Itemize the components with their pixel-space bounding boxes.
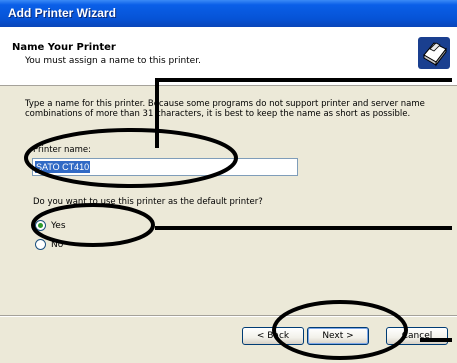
footer-divider [0, 315, 457, 317]
default-printer-question: Do you want to use this printer as the d… [33, 197, 263, 207]
printer-name-value: SATO CT410 [35, 161, 91, 173]
printer-icon [418, 37, 450, 69]
radio-yes[interactable]: Yes [35, 220, 66, 231]
radio-yes-label: Yes [51, 220, 66, 231]
radio-no-label: No [51, 239, 64, 250]
window-title: Add Printer Wizard [8, 6, 116, 20]
add-printer-wizard-window: Add Printer Wizard Name Your Printer You… [0, 0, 457, 363]
radio-unselected-icon [35, 239, 46, 250]
printer-name-input[interactable]: SATO CT410 [32, 158, 298, 176]
printer-name-label: Printer name: [33, 145, 91, 155]
wizard-header: Name Your Printer You must assign a name… [0, 27, 457, 86]
radio-selected-icon [35, 220, 46, 231]
cancel-button[interactable]: Cancel [386, 327, 448, 345]
description-text: Type a name for this printer. Because so… [25, 99, 425, 119]
next-button[interactable]: Next > [307, 327, 369, 345]
title-bar[interactable]: Add Printer Wizard [0, 0, 457, 27]
header-title: Name Your Printer [12, 42, 116, 53]
back-button[interactable]: < Back [242, 327, 304, 345]
radio-no[interactable]: No [35, 239, 63, 250]
header-subtitle: You must assign a name to this printer. [25, 56, 201, 66]
